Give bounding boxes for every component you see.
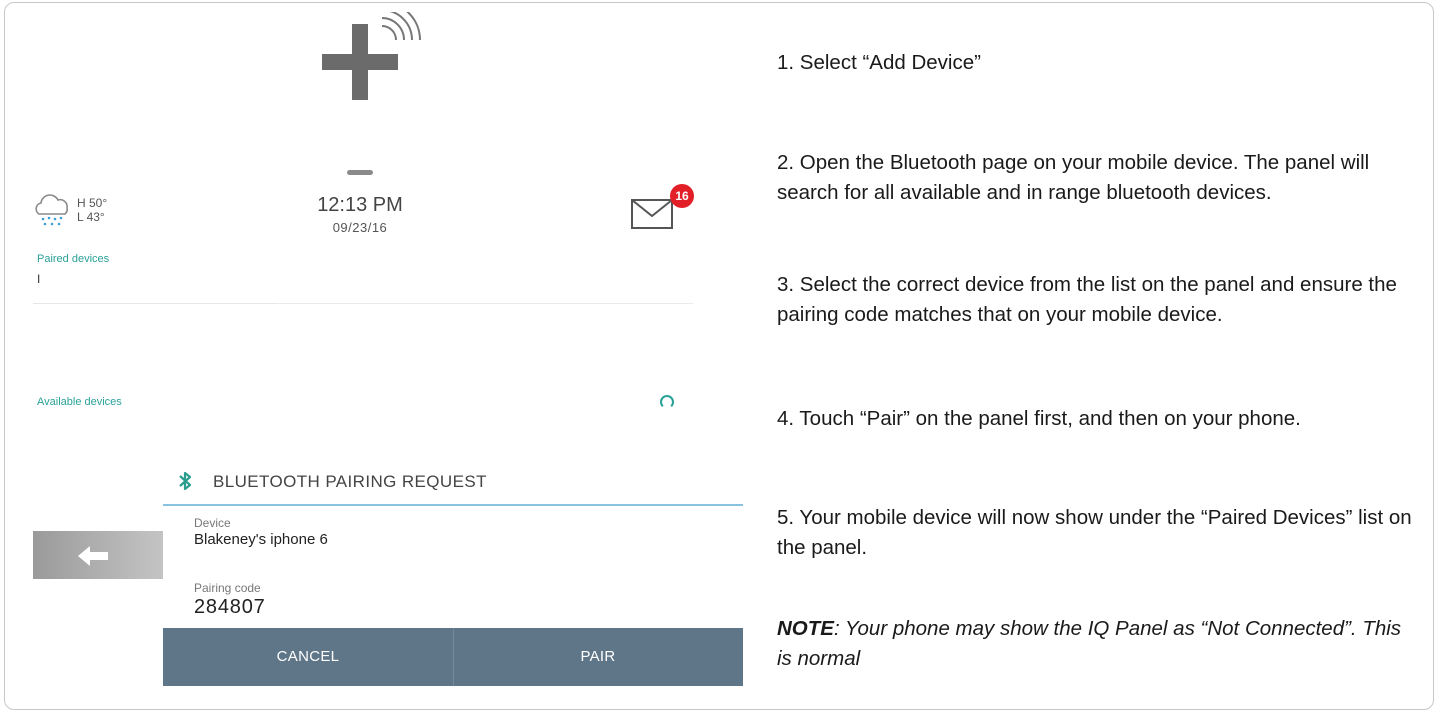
weather-low: L 43°	[77, 210, 105, 224]
bluetooth-icon	[179, 471, 192, 491]
note-text: : Your phone may show the IQ Panel as “N…	[777, 617, 1402, 670]
clock-time: 12:13 PM	[317, 194, 403, 216]
note: NOTE: Your phone may show the IQ Panel a…	[777, 614, 1417, 674]
instruction-step-5: 5. Your mobile device will now show unde…	[777, 506, 1412, 559]
rain-cloud-icon	[35, 194, 68, 226]
instruction-step-2: 2. Open the Bluetooth page on your mobil…	[777, 151, 1370, 204]
add-device-icon[interactable]	[320, 12, 430, 122]
instruction-step-1: 1. Select “Add Device”	[777, 51, 981, 74]
list-divider	[33, 303, 276, 304]
pairing-code: 284807	[194, 596, 266, 618]
available-devices-label: Available devices	[37, 396, 122, 408]
dialog-button-bar: CANCEL PAIR	[163, 628, 743, 686]
device-label: Device	[194, 516, 231, 530]
note-label: NOTE	[777, 617, 834, 640]
instruction-step-4: 4. Touch “Pair” on the panel first, and …	[777, 407, 1301, 430]
message-count-badge: 16	[670, 184, 694, 208]
instruction-step-3: 3. Select the correct device from the li…	[777, 273, 1397, 326]
paired-device-item[interactable]: I	[37, 272, 40, 286]
loading-spinner-icon	[660, 395, 674, 409]
list-divider	[276, 303, 693, 304]
device-name: Blakeney's iphone 6	[194, 531, 328, 548]
drawer-handle[interactable]	[347, 170, 373, 175]
paired-devices-label: Paired devices	[37, 253, 110, 265]
pairing-code-label: Pairing code	[194, 581, 261, 595]
clock-date: 09/23/16	[332, 220, 388, 235]
mail-icon[interactable]	[630, 196, 676, 230]
bluetooth-pairing-dialog: BLUETOOTH PAIRING REQUEST Device Blakene…	[163, 457, 743, 686]
back-arrow-icon[interactable]	[78, 546, 108, 566]
weather-high: H 50°	[77, 196, 108, 210]
weather-widget: H 50° L 43°	[33, 190, 163, 230]
cancel-button[interactable]: CANCEL	[163, 628, 453, 686]
pair-button[interactable]: PAIR	[453, 628, 743, 686]
dialog-title: BLUETOOTH PAIRING REQUEST	[213, 472, 487, 491]
dialog-header: BLUETOOTH PAIRING REQUEST	[163, 457, 743, 506]
